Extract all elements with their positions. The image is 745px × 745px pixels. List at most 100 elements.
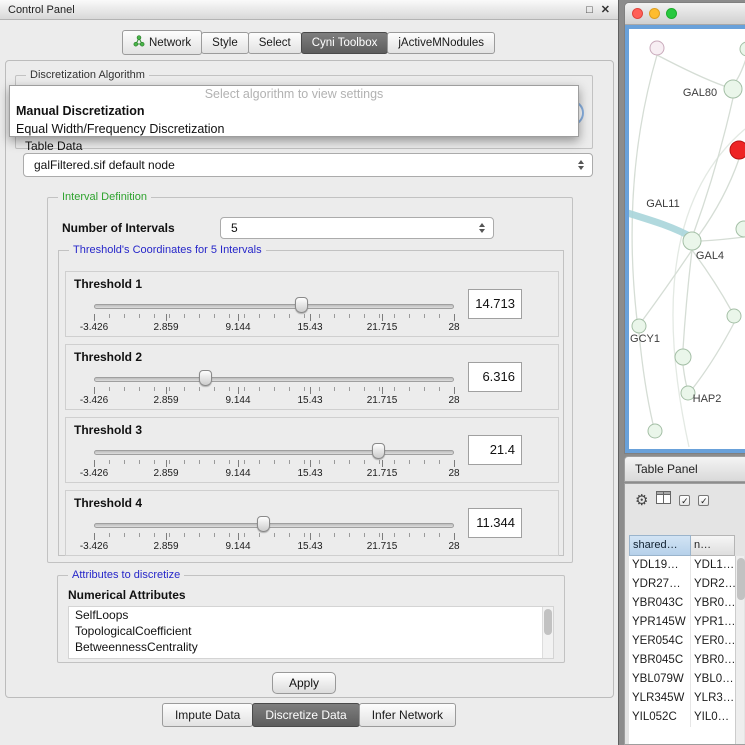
node-label-gal80: GAL80: [683, 87, 717, 99]
tab-style[interactable]: Style: [201, 32, 249, 54]
slider-thumb[interactable]: [257, 516, 270, 532]
node[interactable]: [727, 309, 741, 323]
table-cell: YPR145W: [629, 613, 691, 632]
slider-thumb[interactable]: [295, 297, 308, 313]
tab-jactivemnodules[interactable]: jActiveMNodules: [387, 32, 495, 54]
node-gal80[interactable]: [724, 80, 742, 98]
network-window-titlebar: [625, 3, 745, 25]
zoom-button[interactable]: [666, 8, 677, 19]
slider-thumb[interactable]: [372, 443, 385, 459]
tab-label: Style: [212, 37, 238, 49]
select-all-checkbox-icon[interactable]: ✓: [679, 495, 690, 506]
slider-track[interactable]: [94, 450, 454, 455]
group-title: Discretization Algorithm: [26, 69, 149, 81]
table-data-combo[interactable]: galFiltered.sif default node: [23, 153, 593, 177]
popup-option-manual-discretization[interactable]: Manual Discretization: [10, 102, 578, 120]
combo-arrows-icon: [479, 223, 493, 233]
scrollbar-thumb[interactable]: [544, 609, 552, 635]
scrollbar-thumb[interactable]: [737, 558, 745, 600]
gear-icon[interactable]: ⚙: [635, 493, 648, 508]
threshold-slider[interactable]: -3.4262.8599.14415.4321.71528: [94, 369, 454, 407]
network-canvas[interactable]: GAL80 GAL11 GAL4 GCY1 HAP2: [629, 29, 745, 449]
tick-label: 21.715: [367, 468, 398, 479]
tab-label: Select: [259, 37, 291, 49]
number-of-intervals-combo[interactable]: 5: [220, 217, 494, 239]
apply-button[interactable]: Apply: [272, 672, 336, 694]
node[interactable]: [740, 42, 745, 56]
slider-track[interactable]: [94, 523, 454, 528]
node[interactable]: [736, 221, 745, 237]
tab-cyni-toolbox[interactable]: Cyni Toolbox: [301, 32, 389, 54]
table-row[interactable]: YIL052CYIL0…: [629, 708, 735, 727]
node-gal4[interactable]: [683, 232, 701, 250]
columns-icon[interactable]: [656, 491, 671, 509]
table-cell: YBL0…: [691, 670, 735, 689]
tick-label: -3.426: [80, 395, 108, 406]
tab-discretize-data[interactable]: Discretize Data: [252, 703, 359, 727]
node[interactable]: [650, 41, 664, 55]
minimize-button[interactable]: [649, 8, 660, 19]
tick-label: 9.144: [225, 468, 250, 479]
close-icon[interactable]: ✕: [601, 3, 610, 16]
slider-track[interactable]: [94, 304, 454, 309]
attribute-item[interactable]: SelfLoops: [69, 607, 553, 623]
threshold-value-field[interactable]: 11.344: [468, 508, 522, 538]
table-cell: YIL0…: [691, 708, 735, 727]
combo-value: 5: [221, 221, 479, 235]
table-row[interactable]: YBL079WYBL0…: [629, 670, 735, 689]
close-button[interactable]: [632, 8, 643, 19]
node-gcy1[interactable]: [632, 319, 646, 333]
table-row[interactable]: YBR045CYBR0…: [629, 651, 735, 670]
tick-label: 21.715: [367, 541, 398, 552]
node-selected-red[interactable]: [730, 141, 745, 159]
node[interactable]: [675, 349, 691, 365]
tick-label: 21.715: [367, 395, 398, 406]
tab-select[interactable]: Select: [248, 32, 302, 54]
tab-infer-network[interactable]: Infer Network: [359, 703, 456, 727]
tick-label: 15.43: [297, 541, 322, 552]
attribute-list[interactable]: SelfLoopsTopologicalCoefficientBetweenne…: [68, 606, 554, 659]
table-row[interactable]: YDR27…YDR2…: [629, 575, 735, 594]
tab-network[interactable]: Network: [122, 30, 202, 55]
table-toolbar: ⚙ ✓ ✓: [625, 484, 745, 516]
tick-label: 9.144: [225, 395, 250, 406]
table-scrollbar[interactable]: [735, 556, 744, 744]
column-header-shared-name[interactable]: shared…: [629, 535, 691, 556]
table-cell: YIL052C: [629, 708, 691, 727]
attribute-list-scrollbar[interactable]: [542, 607, 553, 658]
threshold-label: Threshold 4: [74, 496, 142, 510]
table-row[interactable]: YLR345WYLR3…: [629, 689, 735, 708]
slider-thumb[interactable]: [199, 370, 212, 386]
attribute-item[interactable]: TopologicalCoefficient: [69, 623, 553, 639]
table-cell: YPR1…: [691, 613, 735, 632]
network-view-frame: GAL80 GAL11 GAL4 GCY1 HAP2: [625, 25, 745, 453]
table-row[interactable]: YER054CYER0…: [629, 632, 735, 651]
cyni-toolbox-panel: Discretization Algorithm Select algorith…: [5, 60, 614, 698]
attribute-item[interactable]: BetweennessCentrality: [69, 639, 553, 655]
slider-track[interactable]: [94, 377, 454, 382]
column-header-name[interactable]: n…: [691, 535, 735, 556]
tab-label: Discretize Data: [265, 708, 346, 722]
threshold-value-field[interactable]: 6.316: [468, 362, 522, 392]
threshold-slider[interactable]: -3.4262.8599.14415.4321.71528: [94, 442, 454, 480]
attributes-to-discretize-group: Attributes to discretize Numerical Attri…: [57, 575, 565, 663]
threshold-slider[interactable]: -3.4262.8599.14415.4321.71528: [94, 296, 454, 334]
threshold-value-field[interactable]: 21.4: [468, 435, 522, 465]
table-cell: YBR045C: [629, 651, 691, 670]
threshold-panel: Threshold 4 -3.4262.8599.14415.4321.7152…: [65, 490, 559, 556]
tab-impute-data[interactable]: Impute Data: [162, 703, 253, 727]
table-row[interactable]: YDL19…YDL1…: [629, 556, 735, 575]
table-row[interactable]: YPR145WYPR1…: [629, 613, 735, 632]
float-window-icon[interactable]: □: [586, 4, 593, 16]
threshold-slider[interactable]: -3.4262.8599.14415.4321.71528: [94, 515, 454, 553]
popup-option-equal-width-frequency[interactable]: Equal Width/Frequency Discretization: [10, 120, 578, 138]
table-row[interactable]: YBR043CYBR0…: [629, 594, 735, 613]
select-column-checkbox-icon[interactable]: ✓: [698, 495, 709, 506]
table-cell: YDR27…: [629, 575, 691, 594]
control-panel-window: Control Panel □ ✕ Network Style Select C…: [0, 0, 619, 745]
threshold-panel: Threshold 3 -3.4262.8599.14415.4321.7152…: [65, 417, 559, 483]
node[interactable]: [648, 424, 662, 438]
threshold-value-field[interactable]: 14.713: [468, 289, 522, 319]
tick-label: 2.859: [153, 541, 178, 552]
tab-label: jActiveMNodules: [398, 37, 484, 49]
